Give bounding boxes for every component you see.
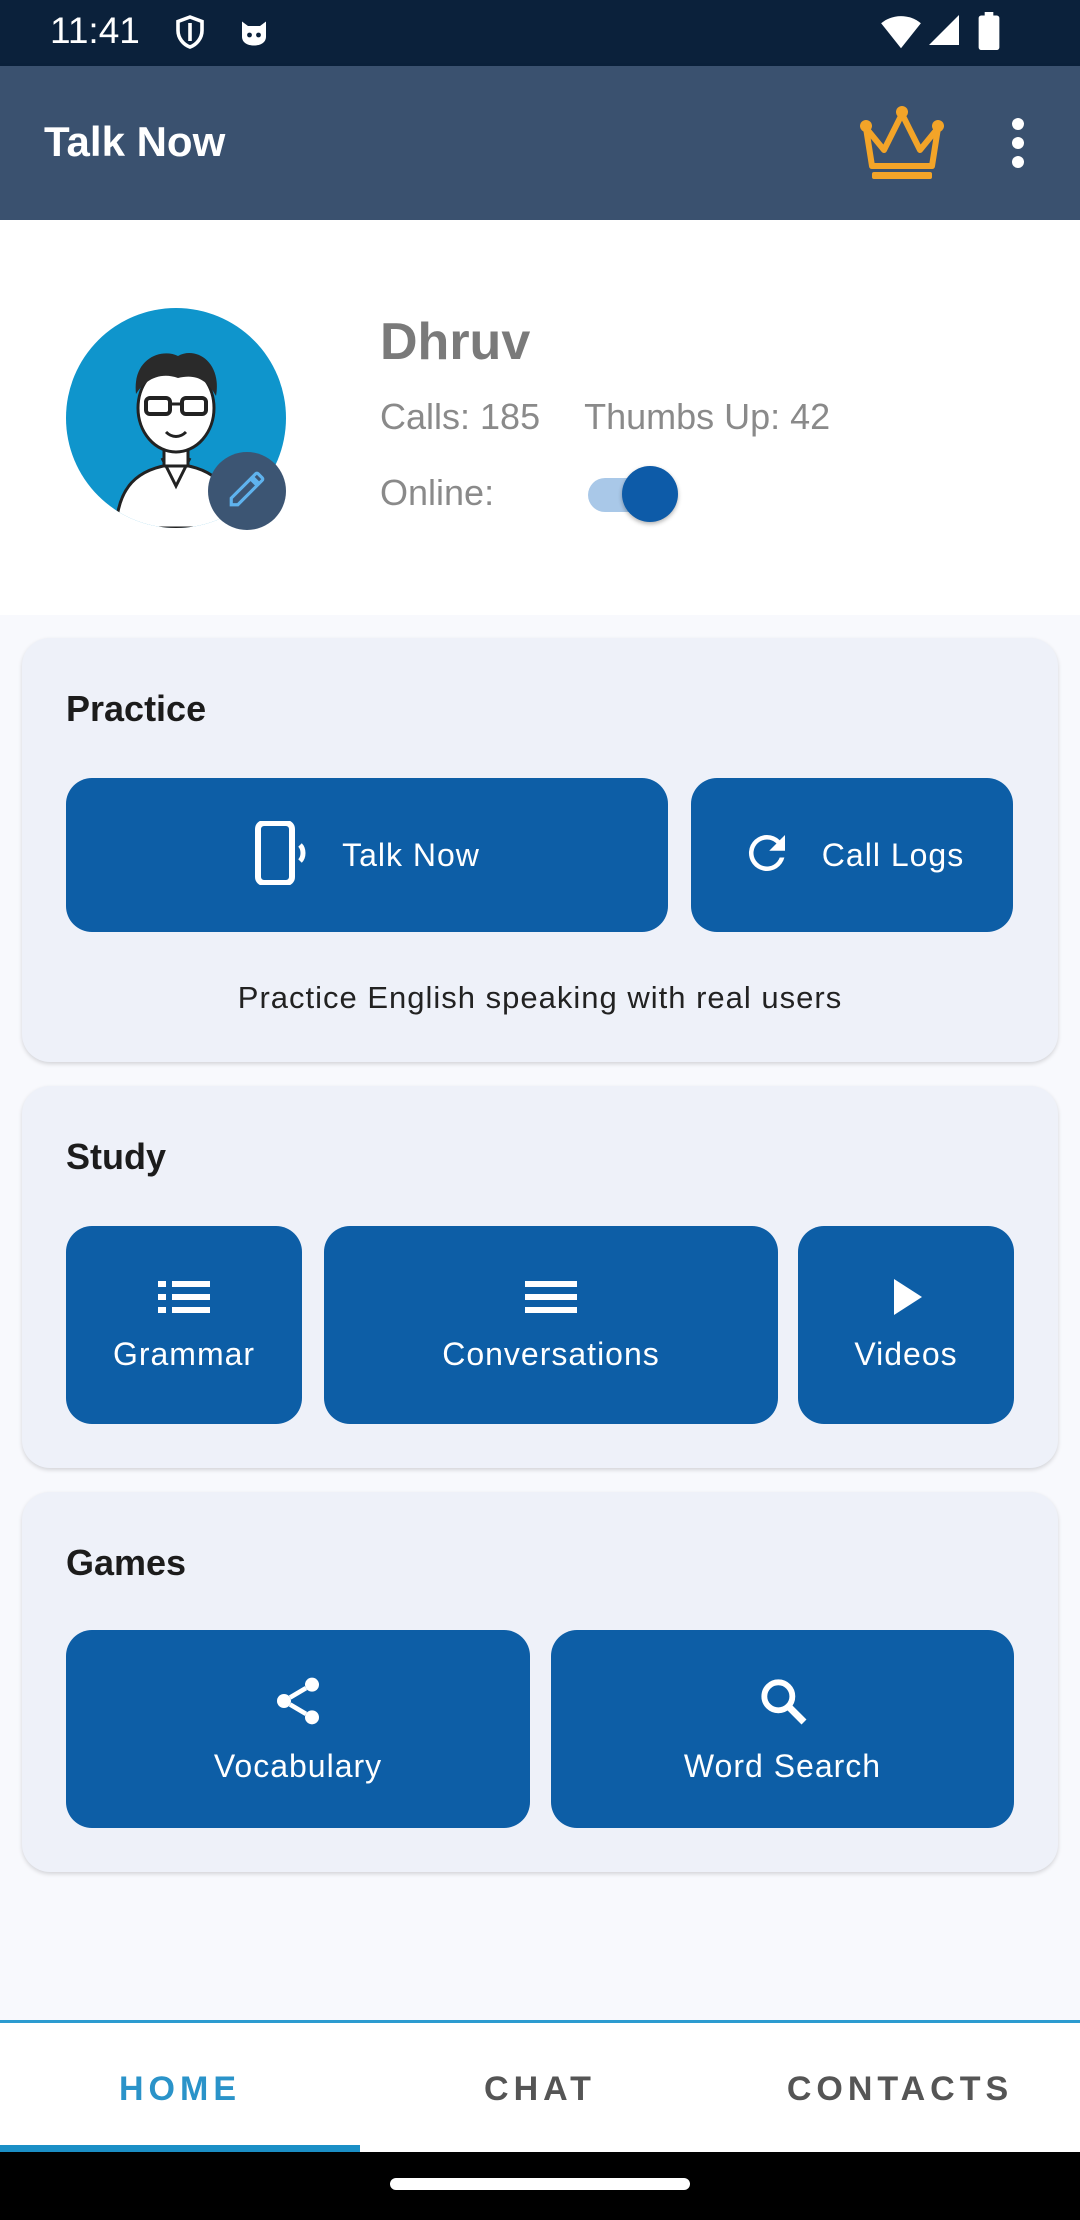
word-search-label: Word Search	[683, 1748, 882, 1784]
practice-card: Practice Talk Now Call Logs Practice Eng…	[22, 638, 1058, 1062]
profile-section: Dhruv Calls: 185 Thumbs Up: 42 Online:	[0, 220, 1080, 615]
games-title: Games	[66, 1542, 187, 1583]
phone-ringing-icon	[254, 819, 314, 890]
thumbs-up-count: Thumbs Up: 42	[584, 396, 831, 437]
talk-now-label: Talk Now	[342, 836, 480, 873]
list-icon	[158, 1277, 210, 1322]
status-bar: 11:41	[0, 0, 1080, 66]
conversations-button[interactable]: Conversations	[324, 1226, 778, 1424]
toggle-thumb	[622, 466, 678, 522]
tab-chat-label: CHAT	[484, 2069, 596, 2108]
talk-now-button[interactable]: Talk Now	[66, 778, 668, 932]
online-label: Online:	[380, 472, 495, 513]
vocabulary-button[interactable]: Vocabulary	[66, 1630, 530, 1828]
practice-title: Practice	[66, 688, 207, 729]
tab-chat[interactable]: CHAT	[360, 2023, 720, 2155]
grammar-label: Grammar	[112, 1336, 256, 1372]
word-search-button[interactable]: Word Search	[551, 1630, 1014, 1828]
videos-label: Videos	[854, 1336, 958, 1372]
conversations-label: Conversations	[442, 1336, 660, 1372]
bottom-navigation: HOME CHAT CONTACTS	[0, 2020, 1080, 2155]
edit-profile-button[interactable]	[208, 452, 286, 530]
search-icon	[755, 1673, 811, 1734]
wifi-icon	[880, 12, 922, 55]
tab-home[interactable]: HOME	[0, 2023, 360, 2155]
call-logs-button[interactable]: Call Logs	[691, 778, 1013, 932]
games-card: Games Vocabulary Word Search	[22, 1492, 1058, 1872]
play-icon	[886, 1277, 926, 1322]
study-card: Study Grammar Conversations Videos	[22, 1086, 1058, 1468]
vocabulary-label: Vocabulary	[213, 1748, 383, 1784]
practice-caption: Practice English speaking with real user…	[237, 980, 843, 1015]
online-toggle[interactable]	[588, 466, 678, 522]
tab-home-label: HOME	[119, 2069, 241, 2108]
shield-icon	[172, 14, 208, 55]
user-stats: Calls: 185 Thumbs Up: 42	[380, 396, 830, 438]
more-vert-icon[interactable]	[1000, 116, 1036, 175]
crown-icon[interactable]	[854, 102, 950, 189]
system-navigation-bar	[0, 2152, 1080, 2220]
tab-contacts[interactable]: CONTACTS	[720, 2023, 1080, 2155]
calls-count: Calls: 185	[380, 396, 541, 437]
videos-button[interactable]: Videos	[798, 1226, 1014, 1424]
share-icon	[270, 1673, 326, 1734]
user-name: Dhruv	[380, 313, 531, 371]
tab-contacts-label: CONTACTS	[786, 2069, 1014, 2108]
home-gesture-handle[interactable]	[390, 2178, 690, 2190]
study-title: Study	[66, 1136, 167, 1177]
cat-face-icon	[236, 14, 272, 55]
status-time: 11:41	[50, 10, 140, 51]
cellular-signal-icon	[926, 12, 962, 53]
call-logs-label: Call Logs	[821, 836, 965, 873]
battery-icon	[978, 12, 1000, 55]
app-bar: Talk Now	[0, 66, 1080, 220]
app-title: Talk Now	[44, 118, 226, 165]
pencil-icon	[226, 468, 268, 515]
menu-lines-icon	[525, 1277, 577, 1322]
grammar-button[interactable]: Grammar	[66, 1226, 302, 1424]
refresh-icon	[740, 826, 794, 885]
